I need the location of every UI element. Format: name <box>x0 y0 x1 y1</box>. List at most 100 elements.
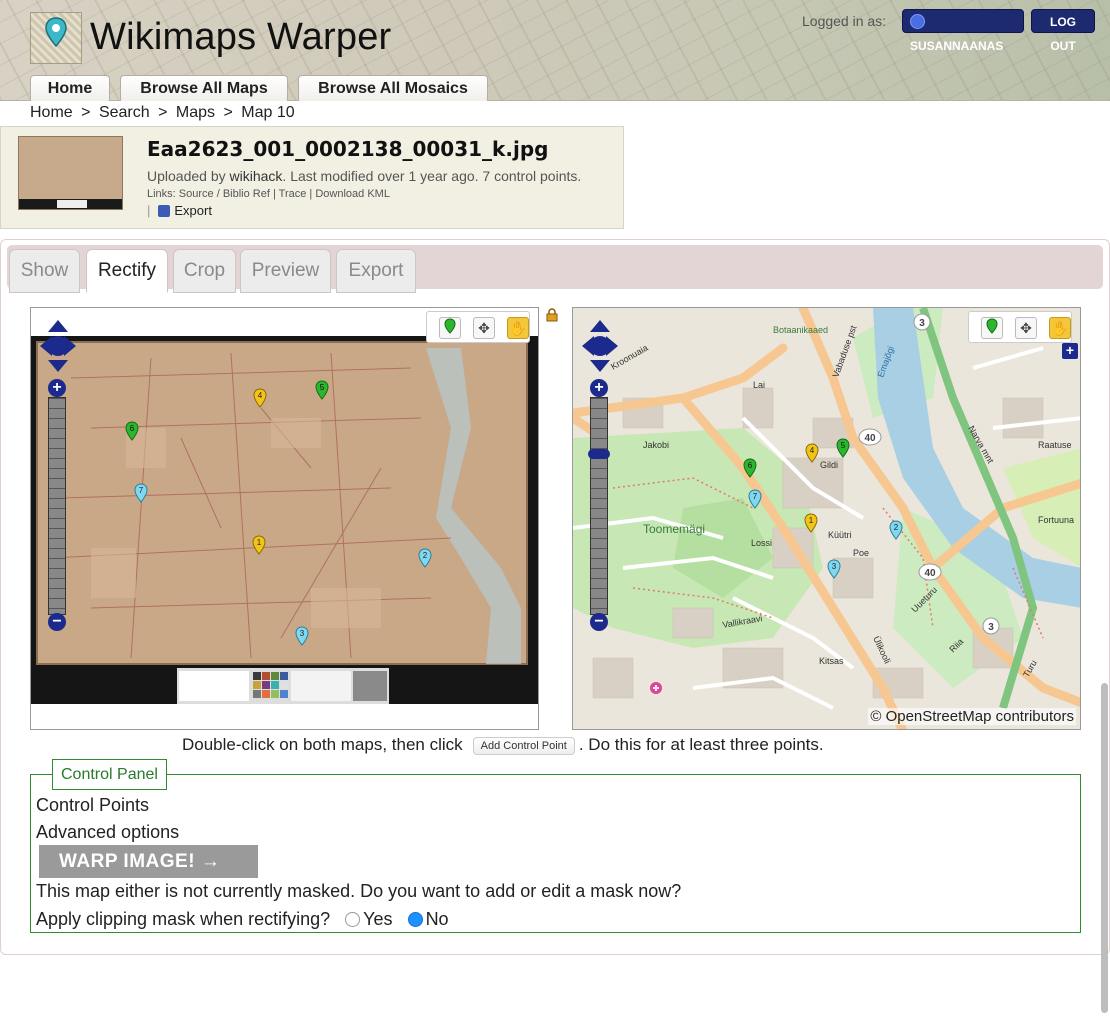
control-point-label: 3 <box>832 562 837 571</box>
control-point-marker[interactable]: 2 <box>418 548 432 568</box>
osm-map-tiles[interactable]: Kroonuaia Lai Jakobi Vabaduse pst Emajõg… <box>573 308 1081 730</box>
logged-in-label: Logged in as: <box>802 13 887 29</box>
zoom-out-button[interactable]: − <box>48 613 66 631</box>
logout-button[interactable]: LOG OUT <box>1031 9 1095 53</box>
advanced-options-toggle[interactable]: Advanced options <box>36 822 179 843</box>
control-point-label: 7 <box>139 486 144 495</box>
tab-show[interactable]: Show <box>9 249 80 293</box>
control-point-label: 1 <box>257 538 262 547</box>
control-point-label: 5 <box>841 441 846 450</box>
control-point-marker[interactable]: 1 <box>804 513 818 533</box>
page-scrollbar[interactable] <box>1101 683 1108 1013</box>
site-title[interactable]: Wikimaps Warper <box>90 16 391 59</box>
svg-text:40: 40 <box>924 568 936 579</box>
tab-rectify[interactable]: Rectify <box>86 249 168 293</box>
map-label: Toomemägi <box>643 522 705 536</box>
control-panel-legend[interactable]: Control Panel <box>52 759 167 790</box>
site-header: Wikimaps Warper Logged in as: SUSANNAANA… <box>0 0 1110 101</box>
map-thumbnail[interactable] <box>18 136 123 210</box>
breadcrumb-search[interactable]: Search <box>99 104 150 121</box>
historic-map-image[interactable] <box>31 308 539 730</box>
reference-map-viewer[interactable]: Kroonuaia Lai Jakobi Vabaduse pst Emajõg… <box>572 307 1081 730</box>
svg-text:3: 3 <box>919 318 925 329</box>
rectify-instructions: Double-click on both maps, then click Add… <box>182 735 824 755</box>
source-map-viewer[interactable]: ✥ ✋ + − 1 2 3 4 5 6 7 <box>30 307 539 730</box>
map-label: Jakobi <box>643 440 669 450</box>
clip-no-label[interactable]: No <box>426 909 449 929</box>
pan-control[interactable] <box>582 320 618 372</box>
move-point-tool[interactable]: ✥ <box>1015 317 1037 339</box>
control-points-toggle[interactable]: Control Points <box>36 795 149 816</box>
nav-tab-home[interactable]: Home <box>30 75 110 101</box>
pan-tool[interactable]: ✋ <box>507 317 529 339</box>
user-profile-button[interactable]: SUSANNAANAS <box>902 9 1024 53</box>
mask-prompt[interactable]: This map either is not currently masked.… <box>36 881 681 902</box>
control-point-label: 7 <box>753 492 758 501</box>
tab-export[interactable]: Export <box>336 249 416 293</box>
map-label: Lai <box>753 380 765 390</box>
lock-icon[interactable] <box>545 308 559 322</box>
clip-yes-label[interactable]: Yes <box>363 909 392 929</box>
control-point-marker[interactable]: 7 <box>134 483 148 503</box>
pan-tool[interactable]: ✋ <box>1049 317 1071 339</box>
clipping-mask-row: Apply clipping mask when rectifying? Yes… <box>36 909 449 930</box>
zoom-slider-handle[interactable] <box>588 449 610 459</box>
zoom-in-button[interactable]: + <box>48 379 66 397</box>
zoom-slider-track[interactable] <box>48 397 66 615</box>
control-point-marker[interactable]: 3 <box>295 626 309 646</box>
control-point-label: 2 <box>894 523 899 532</box>
site-logo[interactable] <box>30 12 82 64</box>
export-link[interactable]: | Export <box>147 203 212 218</box>
pin-icon <box>986 318 998 334</box>
map-label: Kitsas <box>819 656 844 666</box>
control-point-marker[interactable]: 6 <box>125 421 139 441</box>
source-map-toolbar: ✥ ✋ <box>426 311 530 343</box>
move-point-tool[interactable]: ✥ <box>473 317 495 339</box>
control-point-label: 3 <box>300 629 305 638</box>
control-point-marker[interactable]: 4 <box>253 388 267 408</box>
user-icon <box>910 14 925 29</box>
hand-icon: ✋ <box>1051 320 1069 336</box>
zoom-out-button[interactable]: − <box>590 613 608 631</box>
upload-prefix: Uploaded by <box>147 168 226 184</box>
svg-text:40: 40 <box>864 433 876 444</box>
breadcrumb-current: Map 10 <box>241 104 295 121</box>
control-point-marker[interactable]: 5 <box>836 438 850 458</box>
control-point-marker[interactable]: 3 <box>827 559 841 579</box>
divider: | <box>147 203 151 218</box>
control-point-label: 5 <box>320 383 325 392</box>
nav-tab-browse-maps[interactable]: Browse All Maps <box>120 75 288 101</box>
pin-icon <box>444 318 456 334</box>
warp-image-button[interactable]: WARP IMAGE! → <box>39 845 258 878</box>
osm-attribution[interactable]: © OpenStreetMap contributors <box>868 708 1076 725</box>
zoom-slider-track[interactable] <box>590 397 608 615</box>
control-point-label: 1 <box>809 516 814 525</box>
control-point-label: 6 <box>748 461 753 470</box>
control-point-marker[interactable]: 6 <box>743 458 757 478</box>
control-point-marker[interactable]: 4 <box>805 443 819 463</box>
clip-no-radio[interactable] <box>407 912 423 927</box>
map-links[interactable]: Links: Source / Biblio Ref | Trace | Dow… <box>147 188 390 200</box>
zoom-in-button[interactable]: + <box>590 379 608 397</box>
clip-yes-radio[interactable] <box>345 912 361 927</box>
add-point-tool[interactable] <box>981 317 1003 339</box>
add-point-tool[interactable] <box>439 317 461 339</box>
tab-preview[interactable]: Preview <box>240 249 331 293</box>
tab-crop[interactable]: Crop <box>173 249 236 293</box>
control-point-marker[interactable]: 7 <box>748 489 762 509</box>
hand-icon: ✋ <box>509 320 527 336</box>
map-label: Poe <box>853 548 869 558</box>
add-control-point-button[interactable]: Add Control Point <box>472 737 575 755</box>
move-icon: ✥ <box>478 320 490 336</box>
control-point-marker[interactable]: 1 <box>252 535 266 555</box>
breadcrumb-maps[interactable]: Maps <box>176 104 215 121</box>
nav-tab-browse-mosaics[interactable]: Browse All Mosaics <box>298 75 488 101</box>
uploader-link[interactable]: wikihack <box>230 168 283 184</box>
control-point-marker[interactable]: 5 <box>315 380 329 400</box>
pan-control[interactable] <box>40 320 76 372</box>
control-point-marker[interactable]: 2 <box>889 520 903 540</box>
clip-question: Apply clipping mask when rectifying? <box>36 909 331 929</box>
breadcrumb-home[interactable]: Home <box>30 104 73 121</box>
breadcrumb-separator: > <box>81 104 91 121</box>
layer-switcher-button[interactable]: + <box>1062 343 1078 359</box>
